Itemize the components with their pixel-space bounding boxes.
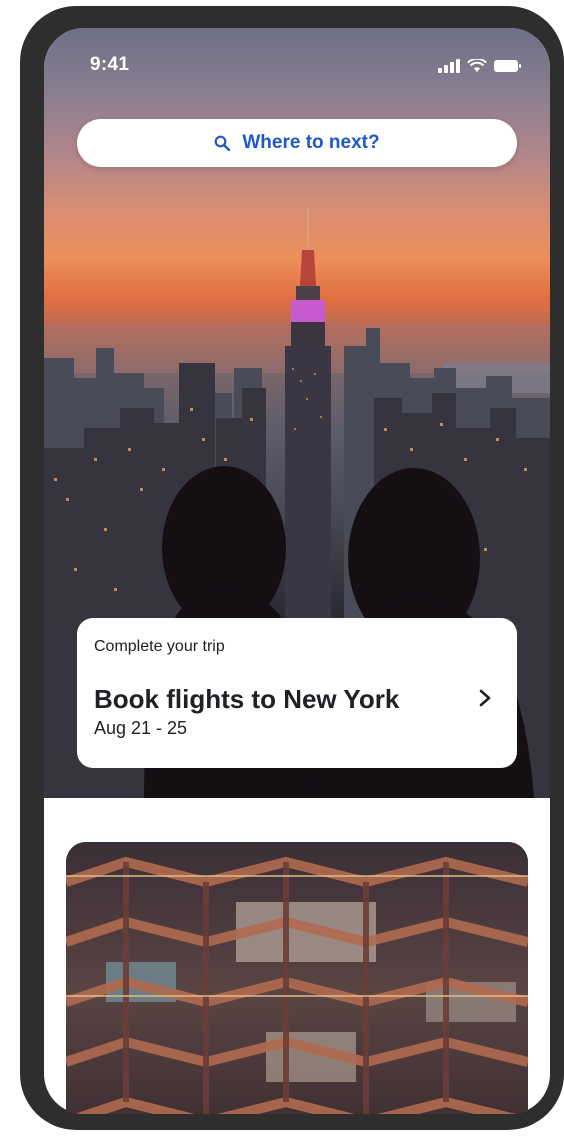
trip-dates: Aug 21 - 25 [94,718,188,738]
status-icons [438,58,522,74]
phone-frame: 9:41 Where to next? Complete your trip B… [20,6,564,1130]
app-screen: 9:41 Where to next? Complete your trip B… [44,28,550,1114]
trip-title: Book flights to New York [94,684,400,714]
status-bar: 9:41 [44,28,550,98]
hero-photo-new-york-skyline: 9:41 Where to next? Complete your trip B… [44,28,550,798]
wifi-icon [467,59,487,72]
search-bar[interactable]: Where to next? [77,119,517,167]
search-icon [214,135,231,151]
vessel-structure-photo [66,842,528,1114]
chevron-right-icon[interactable] [477,688,493,708]
battery-icon [494,60,521,72]
complete-trip-card[interactable]: Complete your trip Book flights to New Y… [77,618,517,768]
cellular-signal-icon [438,59,460,73]
destination-photo-card[interactable] [66,842,528,1114]
search-label: Where to next? [242,132,380,153]
status-time: 9:41 [90,54,130,75]
trip-eyebrow: Complete your trip [94,638,225,655]
